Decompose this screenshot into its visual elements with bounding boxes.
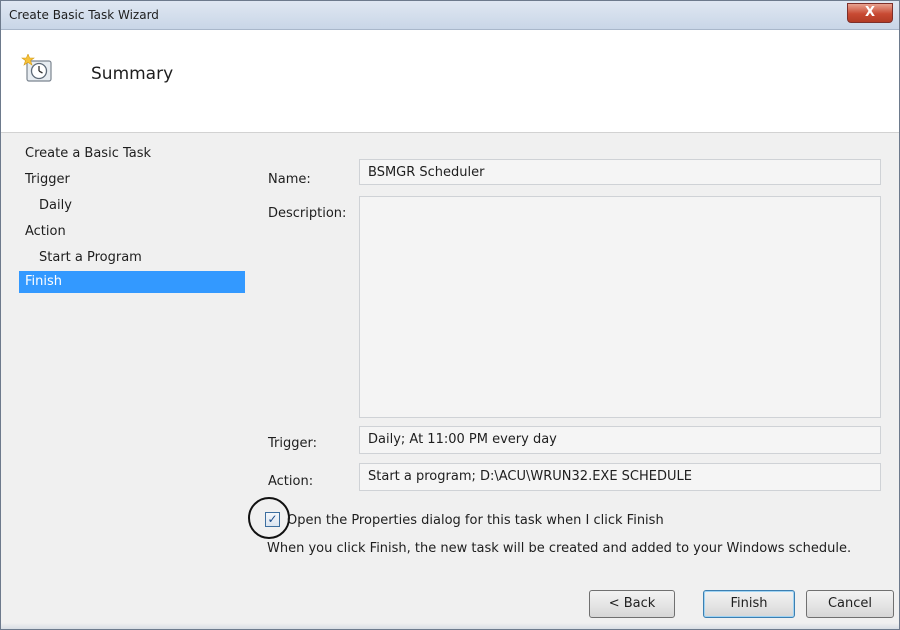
title-bar[interactable]: Create Basic Task Wizard X [1, 1, 899, 30]
wizard-window: Create Basic Task Wizard X Summary Creat… [0, 0, 900, 630]
action-label: Action: [268, 474, 314, 489]
step-daily[interactable]: Daily [19, 193, 245, 219]
step-create-basic-task[interactable]: Create a Basic Task [19, 141, 245, 167]
cancel-button[interactable]: Cancel [806, 590, 894, 618]
window-bottom-edge [1, 623, 899, 629]
wizard-header: Summary [1, 30, 899, 133]
step-start-a-program[interactable]: Start a Program [19, 245, 245, 271]
step-trigger[interactable]: Trigger [19, 167, 245, 193]
annotation-circle [248, 497, 290, 539]
finish-button[interactable]: Finish [703, 590, 795, 618]
step-finish[interactable]: Finish [19, 271, 245, 293]
open-properties-label[interactable]: Open the Properties dialog for this task… [287, 513, 664, 528]
description-label: Description: [268, 206, 347, 221]
back-button[interactable]: < Back [589, 590, 675, 618]
trigger-field: Daily; At 11:00 PM every day [359, 426, 881, 454]
close-button[interactable]: X [847, 3, 893, 23]
description-field [359, 196, 881, 418]
name-label: Name: [268, 172, 311, 187]
close-icon: X [864, 5, 876, 20]
trigger-label: Trigger: [268, 436, 317, 451]
page-title: Summary [91, 64, 174, 84]
step-action[interactable]: Action [19, 219, 245, 245]
scheduled-task-clock-icon [21, 54, 52, 82]
window-title: Create Basic Task Wizard [9, 8, 159, 22]
action-field: Start a program; D:\ACU\WRUN32.EXE SCHED… [359, 463, 881, 491]
wizard-steps: Create a Basic Task Trigger Daily Action… [19, 141, 245, 293]
name-field: BSMGR Scheduler [359, 159, 881, 185]
finish-info-text: When you click Finish, the new task will… [267, 541, 852, 556]
